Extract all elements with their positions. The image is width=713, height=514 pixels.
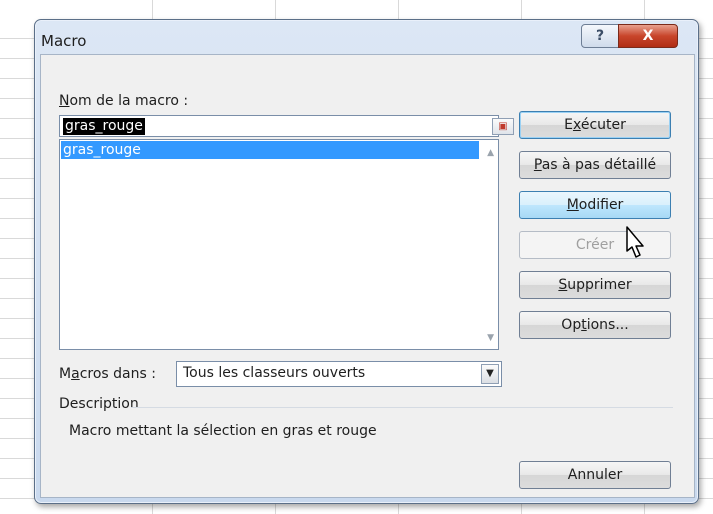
step-into-button[interactable]: Pas à pas détaillé: [519, 151, 671, 179]
scroll-up-icon[interactable]: ▲: [487, 148, 494, 158]
execute-button[interactable]: Exécuter: [519, 111, 671, 139]
edit-button[interactable]: Modifier: [519, 191, 671, 219]
question-mark-icon: ?: [595, 28, 605, 44]
dialog-body: Nom de la macro : gras_rouge ▣ gras_roug…: [40, 54, 695, 498]
chevron-down-icon[interactable]: ▼: [481, 364, 499, 384]
scroll-down-icon[interactable]: ▼: [487, 333, 494, 343]
macro-name-input[interactable]: gras_rouge ▣: [59, 115, 514, 137]
cancel-button[interactable]: Annuler: [519, 461, 671, 489]
macro-list[interactable]: gras_rouge ▲ ▼: [59, 139, 499, 350]
delete-button[interactable]: Supprimer: [519, 271, 671, 299]
macros-in-label: Macros dans :: [59, 366, 156, 382]
macro-name-value: gras_rouge: [63, 118, 145, 135]
separator: [131, 407, 673, 408]
macros-in-select[interactable]: Tous les classeurs ouverts ▼: [176, 361, 502, 387]
help-button[interactable]: ?: [581, 24, 619, 48]
create-button[interactable]: Créer: [519, 231, 671, 259]
macros-in-value: Tous les classeurs ouverts: [183, 365, 366, 381]
mouse-pointer-icon: [626, 226, 644, 258]
close-icon: X: [642, 28, 654, 44]
list-item[interactable]: gras_rouge: [61, 141, 479, 159]
description-label: Description: [59, 396, 139, 412]
range-picker-icon[interactable]: ▣: [492, 118, 514, 135]
close-button[interactable]: X: [618, 24, 678, 48]
options-button[interactable]: Options...: [519, 311, 671, 339]
macro-dialog: Macro ? X Nom de la macro : gras_rouge ▣…: [34, 19, 699, 504]
dialog-title: Macro: [41, 32, 87, 50]
description-text: Macro mettant la sélection en gras et ro…: [69, 423, 377, 439]
macro-name-label: Nom de la macro :: [59, 93, 189, 109]
